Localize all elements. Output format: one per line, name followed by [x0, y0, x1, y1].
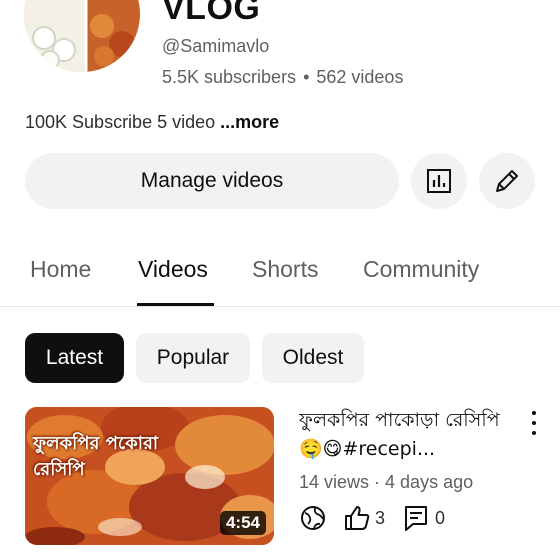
more-link[interactable]: ...more: [220, 112, 279, 132]
video-engagement: 3 0: [299, 504, 445, 532]
chip-popular[interactable]: Popular: [136, 333, 250, 383]
description-text: 100K Subscribe 5 video: [25, 112, 216, 132]
view-count: 14 views: [299, 472, 370, 492]
channel-handle: @Samimavlo: [162, 36, 270, 56]
chip-oldest[interactable]: Oldest: [262, 333, 364, 383]
comment-icon[interactable]: [403, 504, 429, 532]
video-count: 562 videos: [316, 67, 404, 87]
tab-videos[interactable]: Videos: [138, 256, 208, 283]
meta-separator: ·: [374, 472, 381, 492]
channel-name: VLOG: [162, 0, 261, 27]
tab-shorts[interactable]: Shorts: [252, 256, 318, 283]
video-duration: 4:54: [219, 511, 266, 535]
video-thumbnail[interactable]: ফুলকপির পকোরা রেসিপি 4:54: [25, 407, 274, 545]
video-title[interactable]: ফুলকপির পাকোড়া রেসিপি 🤤😋#recepi...: [299, 406, 519, 464]
manage-videos-button[interactable]: Manage videos: [25, 153, 399, 209]
pencil-icon: [496, 170, 518, 192]
channel-description[interactable]: 100K Subscribe 5 video ...more: [25, 112, 279, 133]
avatar-image: [24, 0, 140, 72]
comment-count: 0: [435, 507, 446, 528]
channel-stats: 5.5K subscribers • 562 videos: [162, 67, 403, 88]
thumbnail-caption: ফুলকপির পকোরা রেসিপি: [33, 433, 159, 480]
upload-age: 4 days ago: [385, 472, 474, 492]
subscriber-count: 5.5K subscribers: [162, 67, 297, 87]
channel-avatar[interactable]: [24, 0, 140, 72]
tab-community[interactable]: Community: [363, 256, 479, 283]
active-tab-indicator: [137, 303, 214, 306]
channel-tabs: Home Videos Shorts Community: [0, 248, 560, 307]
like-count: 3: [375, 507, 386, 528]
like-icon[interactable]: [343, 504, 371, 532]
tab-home[interactable]: Home: [30, 256, 91, 283]
analytics-icon: [427, 169, 451, 193]
more-options-icon[interactable]: [524, 408, 544, 438]
channel-page: VLOG @Samimavlo 5.5K subscribers • 562 vid…: [0, 0, 560, 560]
chip-latest[interactable]: Latest: [25, 333, 124, 383]
edit-channel-button[interactable]: [479, 153, 535, 209]
video-meta: 14 views · 4 days ago: [299, 472, 473, 493]
globe-icon: [299, 504, 327, 532]
analytics-button[interactable]: [411, 153, 467, 209]
stats-separator: •: [303, 67, 310, 87]
